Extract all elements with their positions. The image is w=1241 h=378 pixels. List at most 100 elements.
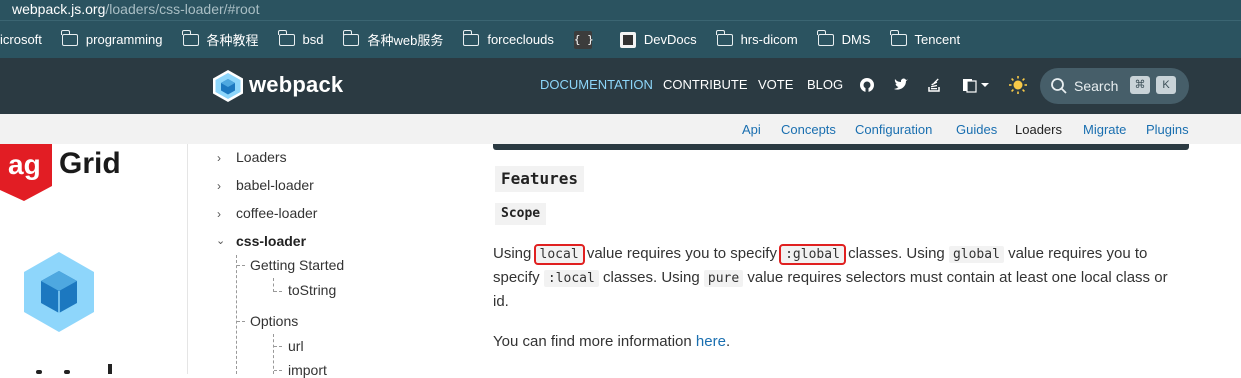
twitter-icon[interactable] [891,75,911,95]
bookmark-programming[interactable]: programming [61,28,163,52]
subnav-loaders[interactable]: Loaders [1015,122,1062,137]
subnav-configuration[interactable]: Configuration [855,122,932,137]
here-link[interactable]: here [696,333,726,350]
folder-icon [342,29,360,46]
devdocs-icon [619,31,636,48]
chevron-right-icon[interactable]: › [217,151,221,165]
sub-navigation: Api Concepts Configuration Guides Loader… [0,114,1241,144]
bookmark-label: 各种教程 [206,33,259,48]
webpack-logo-icon[interactable] [211,69,245,103]
bookmark-label: 各种web服务 [367,33,444,48]
bookmark-web-services[interactable]: 各种web服务 [342,28,444,52]
cmd-key-badge: ⌘ [1130,76,1150,94]
subnav-plugins[interactable]: Plugins [1146,122,1189,137]
sidebar-item-coffee-loader[interactable]: coffee-loader [236,205,317,221]
search-button[interactable]: Search ⌘ K [1040,68,1189,104]
bookmarks-bar: icrosoft programming 各种教程 bsd 各种web服务 fo… [0,20,1241,58]
nav-blog[interactable]: BLOG [807,77,843,92]
sidebar-item-url[interactable]: url [288,338,304,354]
heading-features: Features [495,166,585,192]
nav-documentation[interactable]: DOCUMENTATION [540,77,653,92]
code-local-highlighted: local [533,244,585,265]
paragraph-scope-line2: specify :local classes. Using pure value… [493,269,1168,287]
code-local-colon: :local [543,270,599,287]
paragraph-scope-line1: Using local value requires you to specif… [493,244,1148,265]
code-block-bottom [493,144,1189,150]
url-path: /loaders/css-loader/#root [105,1,260,17]
nav-vote[interactable]: VOTE [758,77,793,92]
sidebar-item-babel-loader[interactable]: babel-loader [236,177,314,193]
subnav-guides[interactable]: Guides [956,122,997,137]
sidebar-item-tostring[interactable]: toString [288,282,336,298]
k-key-badge: K [1156,76,1176,94]
site-header: webpack DOCUMENTATION CONTRIBUTE VOTE BL… [0,58,1241,114]
tree-guide-line [273,334,274,374]
bookmark-label: hrs-dicom [740,32,798,47]
bookmark-label: Tencent [914,32,961,47]
bookmark-label: forceclouds [487,32,554,47]
url-host: webpack.js.org [12,1,106,17]
folder-icon [278,29,295,46]
address-bar[interactable]: webpack.js.org/loaders/css-loader/#root [0,0,1241,20]
ad-column: ag Grid [0,144,188,374]
folder-icon [182,29,199,46]
bookmark-devdocs[interactable]: DevDocs [619,28,697,52]
subnav-migrate[interactable]: Migrate [1083,122,1126,137]
folder-icon [890,29,907,46]
grid-logo-text: Grid [59,147,121,180]
webpack-cube-icon [24,252,94,332]
sidebar-item-loaders[interactable]: Loaders [236,149,287,165]
chevron-right-icon[interactable]: › [217,179,221,193]
ag-grid-logo[interactable]: ag Grid [0,144,150,204]
tree-branch [274,291,282,292]
tree-branch [237,321,245,322]
bookmark-microsoft[interactable]: icrosoft [0,28,42,52]
sidebar-item-getting-started[interactable]: Getting Started [250,257,344,273]
theme-sun-icon[interactable] [1008,75,1028,95]
bookmark-tutorials[interactable]: 各种教程 [182,28,259,52]
bookmark-bsd[interactable]: bsd [278,28,324,52]
bookmark-forceclouds[interactable]: forceclouds [462,28,554,52]
subnav-api[interactable]: Api [742,122,761,137]
tree-branch [274,346,282,347]
sidebar-item-import[interactable]: import [288,362,327,378]
bookmark-label: bsd [302,32,324,47]
language-icon[interactable] [960,75,992,95]
folder-icon [716,29,733,46]
bookmark-hrs-dicom[interactable]: hrs-dicom [716,28,798,52]
tree-guide-line [273,278,274,292]
bookmark-label: programming [85,32,163,47]
subnav-concepts[interactable]: Concepts [781,122,836,137]
code-global-colon-highlighted: :global [779,244,846,265]
folder-icon [462,29,480,46]
heading-scope: Scope [495,203,547,225]
bookmark-tencent[interactable]: Tencent [890,28,961,52]
tree-branch [274,370,282,371]
bookmark-dms[interactable]: DMS [817,28,871,52]
tree-branch [237,265,245,266]
bookmark-label: DevDocs [643,32,697,47]
bookmark-json[interactable]: { } [573,28,600,52]
folder-icon [817,29,834,46]
bookmark-label: DMS [841,32,871,47]
search-label: Search [1074,78,1119,94]
paragraph-more-info: You can find more information here. [493,333,731,350]
braces-icon: { } [573,30,594,49]
stackoverflow-icon[interactable] [924,75,944,95]
ag-logo-text: ag [8,149,41,180]
tree-guide-line [236,255,237,374]
sidebar-item-options[interactable]: Options [250,313,298,329]
sidebar-item-css-loader[interactable]: css-loader [236,233,306,249]
github-icon[interactable] [857,75,877,95]
chevron-right-icon[interactable]: › [217,207,221,221]
bookmark-label: icrosoft [0,32,42,47]
paragraph-scope-line3: id. [493,293,509,310]
search-icon [1051,78,1067,94]
code-pure: pure [703,270,744,287]
chevron-down-icon[interactable]: ⌄ [216,234,225,247]
folder-icon [61,29,78,46]
nav-contribute[interactable]: CONTRIBUTE [663,77,748,92]
code-global: global [948,246,1004,263]
ad-text-partial [36,364,116,374]
logo-text[interactable]: webpack [249,72,343,98]
